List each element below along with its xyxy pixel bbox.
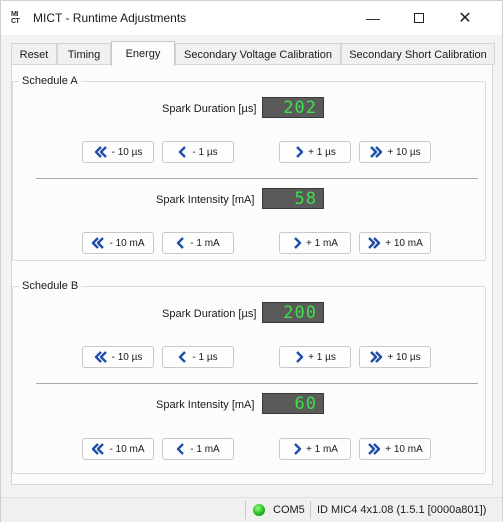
tab-energy[interactable]: Energy <box>111 41 175 66</box>
window-title: MICT - Runtime Adjustments <box>33 11 187 25</box>
chevron-left-icon <box>178 351 188 363</box>
double-chevron-right-icon <box>369 351 383 363</box>
schedule-b-duration-plus-1-button[interactable]: + 1 µs <box>279 346 351 368</box>
schedule-a-intensity-minus-1-button[interactable]: - 1 mA <box>162 232 234 254</box>
schedule-a-duration-plus-1-button[interactable]: + 1 µs <box>279 141 351 163</box>
schedule-b-intensity-minus-10-button[interactable]: - 10 mA <box>82 438 154 460</box>
schedule-a-duration-minus-1-button[interactable]: - 1 µs <box>162 141 234 163</box>
button-label: - 1 mA <box>190 237 220 249</box>
schedule-a-intensity-display: 58 <box>262 188 324 209</box>
chevron-left-icon <box>176 237 186 249</box>
schedule-a-intensity-label: Spark Intensity [mA] <box>156 194 255 206</box>
chevron-left-icon <box>176 443 186 455</box>
schedule-b-intensity-minus-1-button[interactable]: - 1 mA <box>162 438 234 460</box>
tab-secondary-short-calibration[interactable]: Secondary Short Calibration <box>341 43 495 65</box>
button-label: - 1 µs <box>192 146 218 158</box>
double-chevron-right-icon <box>367 443 381 455</box>
button-label: - 10 µs <box>111 351 143 363</box>
app-logo-top: MI <box>11 11 18 18</box>
button-label: - 10 mA <box>109 443 145 455</box>
double-chevron-right-icon <box>369 146 383 158</box>
button-label: - 1 mA <box>190 443 220 455</box>
tab-bar: Reset Timing Energy Secondary Voltage Ca… <box>11 41 501 66</box>
double-chevron-right-icon <box>367 237 381 249</box>
schedule-b-intensity-plus-1-button[interactable]: + 1 mA <box>279 438 351 460</box>
button-label: + 10 µs <box>387 146 421 158</box>
tab-reset[interactable]: Reset <box>11 43 57 65</box>
schedule-b-intensity-plus-10-button[interactable]: + 10 mA <box>359 438 431 460</box>
title-bar[interactable]: MI CT MICT - Runtime Adjustments — ✕ <box>1 1 502 35</box>
schedule-a-duration-label: Spark Duration [µs] <box>162 103 257 115</box>
schedule-a-title: Schedule A <box>19 75 81 87</box>
app-logo-bottom: CT <box>11 18 20 25</box>
close-button[interactable]: ✕ <box>442 1 488 35</box>
minimize-button[interactable]: — <box>350 1 396 35</box>
schedule-a-intensity-plus-1-button[interactable]: + 1 mA <box>279 232 351 254</box>
status-divider <box>245 501 246 519</box>
button-label: + 1 µs <box>308 351 336 363</box>
app-window: MI CT MICT - Runtime Adjustments — ✕ Res… <box>0 0 503 522</box>
button-label: - 1 µs <box>192 351 218 363</box>
schedule-b-duration-minus-10-button[interactable]: - 10 µs <box>82 346 154 368</box>
status-bar: COM5 ID MIC4 4x1.08 (1.5.1 [0000a801]) <box>1 497 502 522</box>
schedule-a-intensity-minus-10-button[interactable]: - 10 mA <box>82 232 154 254</box>
button-label: + 10 mA <box>385 443 423 455</box>
schedule-a-duration-plus-10-button[interactable]: + 10 µs <box>359 141 431 163</box>
button-label: - 10 mA <box>109 237 145 249</box>
tab-timing[interactable]: Timing <box>57 43 111 65</box>
schedule-a-intensity-plus-10-button[interactable]: + 10 mA <box>359 232 431 254</box>
tab-secondary-voltage-calibration[interactable]: Secondary Voltage Calibration <box>175 43 341 65</box>
app-logo: MI CT <box>11 11 25 25</box>
schedule-b-duration-display: 200 <box>262 302 324 323</box>
double-chevron-left-icon <box>91 237 105 249</box>
maximize-button[interactable] <box>396 1 442 35</box>
schedule-b-intensity-label: Spark Intensity [mA] <box>156 399 255 411</box>
schedule-a-separator <box>36 178 478 180</box>
chevron-right-icon <box>292 237 302 249</box>
button-label: + 1 mA <box>306 237 338 249</box>
double-chevron-left-icon <box>94 146 108 158</box>
status-divider <box>310 501 311 519</box>
schedule-a-duration-display: 202 <box>262 97 324 118</box>
minimize-icon: — <box>366 10 380 26</box>
schedule-b-intensity-display: 60 <box>262 393 324 414</box>
schedule-b-duration-minus-1-button[interactable]: - 1 µs <box>162 346 234 368</box>
chevron-right-icon <box>294 146 304 158</box>
chevron-left-icon <box>178 146 188 158</box>
status-port: COM5 <box>273 504 305 516</box>
connection-status-icon <box>253 504 265 516</box>
close-icon: ✕ <box>458 10 472 27</box>
button-label: - 10 µs <box>111 146 143 158</box>
chevron-right-icon <box>292 443 302 455</box>
button-label: + 1 µs <box>308 146 336 158</box>
double-chevron-left-icon <box>94 351 108 363</box>
schedule-a-duration-minus-10-button[interactable]: - 10 µs <box>82 141 154 163</box>
schedule-b-title: Schedule B <box>19 280 82 292</box>
schedule-b-duration-label: Spark Duration [µs] <box>162 308 257 320</box>
schedule-b-separator <box>36 383 478 385</box>
status-device-id: ID MIC4 4x1.08 (1.5.1 [0000a801]) <box>317 504 487 516</box>
chevron-right-icon <box>294 351 304 363</box>
button-label: + 10 mA <box>385 237 423 249</box>
button-label: + 1 mA <box>306 443 338 455</box>
maximize-icon <box>414 13 424 23</box>
button-label: + 10 µs <box>387 351 421 363</box>
double-chevron-left-icon <box>91 443 105 455</box>
schedule-b-duration-plus-10-button[interactable]: + 10 µs <box>359 346 431 368</box>
